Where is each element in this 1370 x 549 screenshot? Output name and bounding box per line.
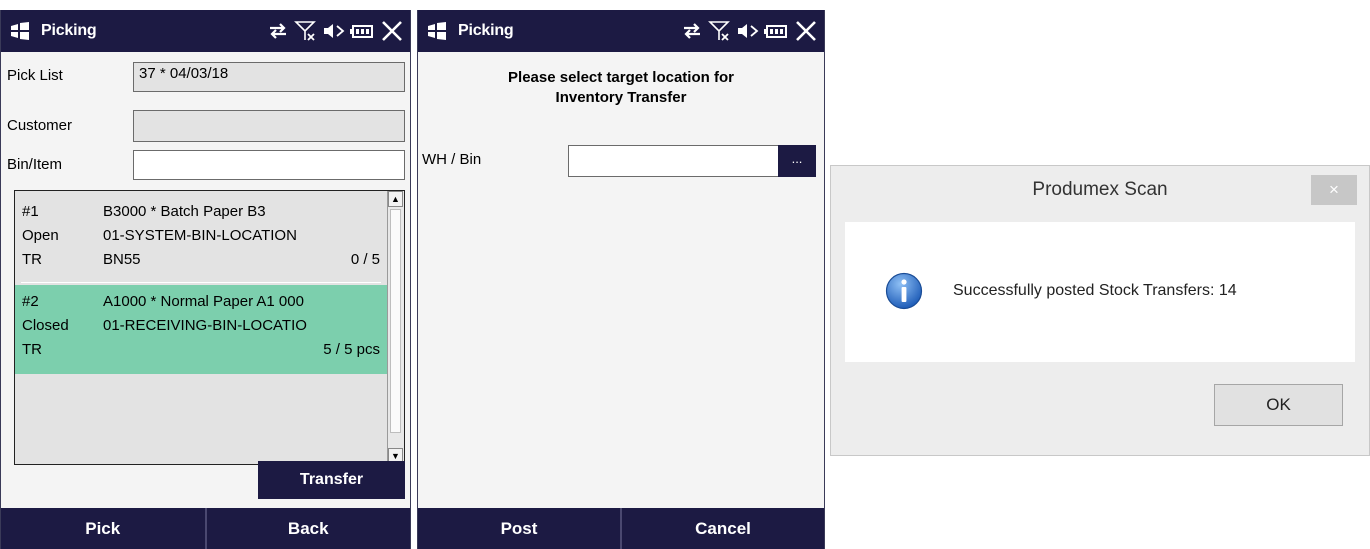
bin-item-label: Bin/Item <box>7 156 63 173</box>
title-bar: Picking <box>418 10 824 52</box>
pick-lines-list[interactable]: #1 B3000 * Batch Paper B3 Open 01-SYSTEM… <box>14 190 405 465</box>
dialog-close-button[interactable]: × <box>1311 175 1357 205</box>
dialog-message: Successfully posted Stock Transfers: 14 <box>953 282 1237 299</box>
customer-field[interactable] <box>133 110 405 142</box>
back-button[interactable]: Back <box>207 508 411 549</box>
row-divider <box>21 282 381 283</box>
pick-list-label: Pick List <box>7 67 63 84</box>
message-dialog: Produmex Scan × Successfully posted Stoc… <box>830 165 1370 456</box>
no-signal-icon <box>294 21 316 41</box>
wh-bin-label: WH / Bin <box>422 151 482 168</box>
scroll-up-arrow-icon[interactable]: ▲ <box>388 191 403 207</box>
list-scrollbar[interactable]: ▲ ▼ <box>387 191 404 464</box>
line-type: TR <box>22 341 42 358</box>
line-batch: BN55 <box>103 251 141 268</box>
screen-title: Picking <box>458 22 514 39</box>
bottom-menu: Post Cancel <box>418 508 824 549</box>
target-location-prompt: Please select target location for Invent… <box>418 68 824 108</box>
battery-icon <box>350 25 373 38</box>
no-signal-icon <box>708 21 730 41</box>
line-type: TR <box>22 251 42 268</box>
dialog-title: Produmex Scan <box>1032 179 1168 200</box>
line-quantity: 0 / 5 <box>350 251 380 268</box>
customer-label: Customer <box>7 117 73 134</box>
close-icon[interactable] <box>794 20 818 42</box>
line-status: Open <box>22 227 59 244</box>
pick-button[interactable]: Pick <box>1 508 205 549</box>
title-bar: Picking <box>1 10 410 52</box>
cancel-button[interactable]: Cancel <box>622 508 824 549</box>
transfer-button[interactable]: Transfer <box>258 461 405 499</box>
speaker-mute-icon <box>738 24 759 38</box>
scroll-thumb[interactable] <box>390 209 401 433</box>
line-number: #1 <box>22 203 39 220</box>
picking-screen-list: Picking Pick List 37 * 04/03/18 Customer… <box>0 10 411 549</box>
status-icons <box>266 10 404 52</box>
wh-bin-input[interactable] <box>568 145 780 177</box>
windows-logo-icon[interactable] <box>9 22 31 40</box>
line-number: #2 <box>22 293 39 310</box>
picking-screen-target-location: Picking Please select target location fo… <box>417 10 825 549</box>
post-button[interactable]: Post <box>418 508 620 549</box>
line-quantity: 5 / 5 pcs <box>323 341 380 358</box>
prompt-line-1: Please select target location for <box>508 69 734 86</box>
line-status: Closed <box>22 317 69 334</box>
list-item[interactable]: #1 B3000 * Batch Paper B3 Open 01-SYSTEM… <box>15 195 390 284</box>
wh-bin-text-input[interactable] <box>574 148 774 165</box>
line-item: A1000 * Normal Paper A1 000 <box>103 293 304 310</box>
battery-icon <box>764 25 787 38</box>
line-location: 01-SYSTEM-BIN-LOCATION <box>103 227 297 244</box>
bin-item-text-input[interactable] <box>139 153 399 170</box>
speaker-mute-icon <box>324 24 345 38</box>
prompt-line-2: Inventory Transfer <box>555 89 687 106</box>
line-item: B3000 * Batch Paper B3 <box>103 203 266 220</box>
dialog-body: Successfully posted Stock Transfers: 14 <box>845 222 1355 362</box>
windows-logo-icon[interactable] <box>426 22 448 40</box>
line-location: 01-RECEIVING-BIN-LOCATIO <box>103 317 307 334</box>
browse-location-button[interactable]: ... <box>778 145 816 177</box>
bin-item-input[interactable] <box>133 150 405 180</box>
bottom-menu: Pick Back <box>1 508 410 549</box>
ok-button[interactable]: OK <box>1214 384 1343 426</box>
info-icon <box>885 272 923 310</box>
pick-list-field[interactable]: 37 * 04/03/18 <box>133 62 405 92</box>
connectivity-icon <box>684 23 700 39</box>
status-icons <box>680 10 818 52</box>
close-icon[interactable] <box>380 20 404 42</box>
screen-title: Picking <box>41 22 97 39</box>
list-item-selected[interactable]: #2 A1000 * Normal Paper A1 000 Closed 01… <box>15 285 390 374</box>
connectivity-icon <box>270 23 286 39</box>
